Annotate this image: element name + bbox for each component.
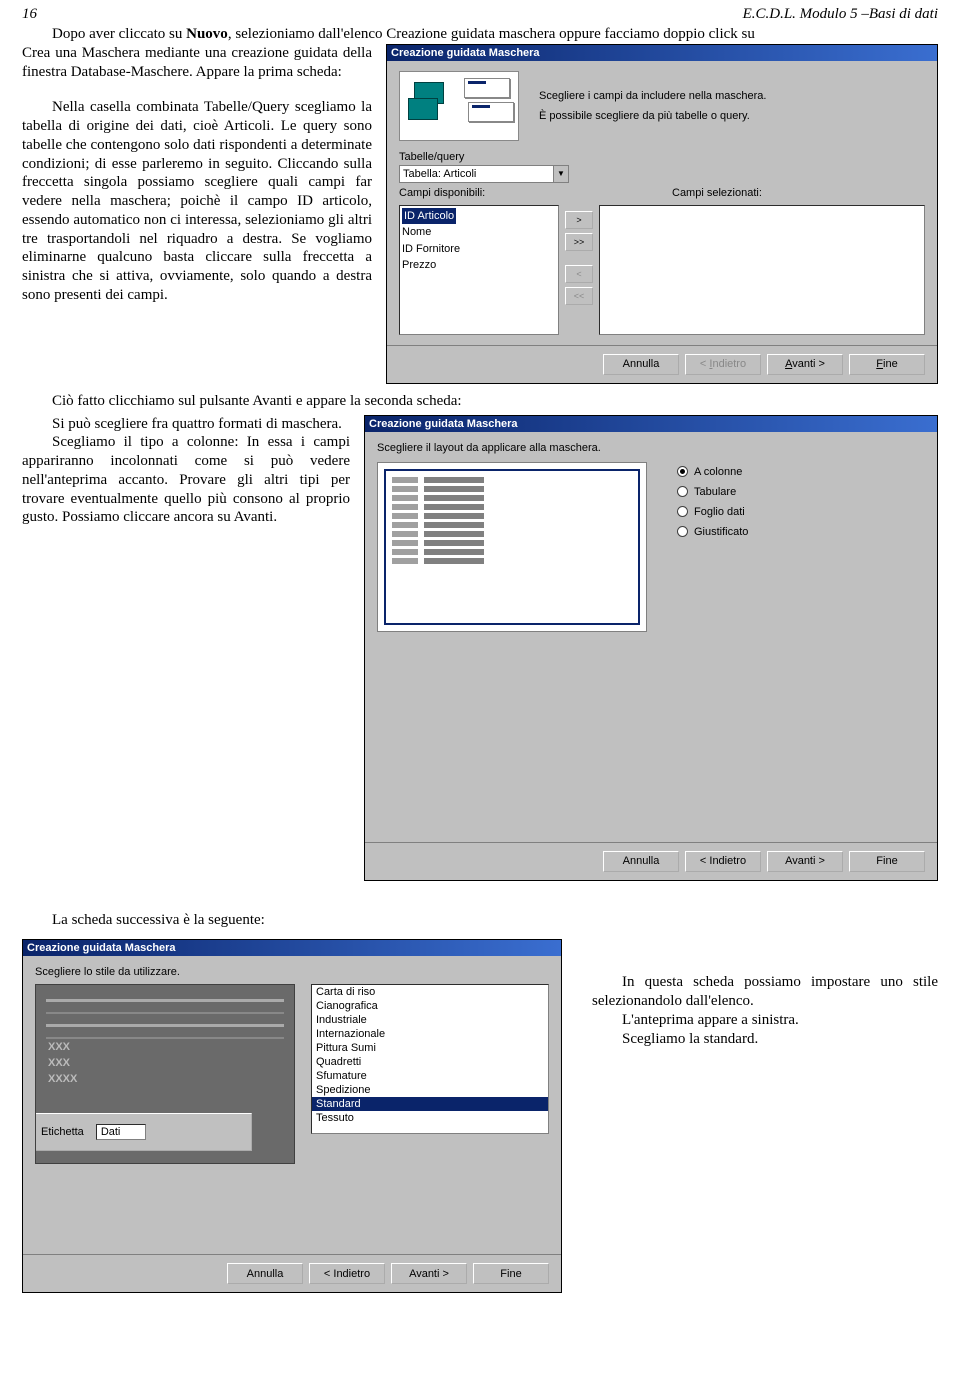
wizard-title: Creazione guidata Maschera — [387, 45, 937, 61]
list-item[interactable]: Cianografica — [312, 999, 548, 1013]
cancel-button[interactable]: Annulla — [603, 851, 679, 872]
list-item[interactable]: Pittura Sumi — [312, 1041, 548, 1055]
listbox-available[interactable]: ID Articolo Nome ID Fornitore Prezzo — [399, 205, 559, 335]
wizard-banner-icon — [399, 71, 519, 141]
style-listbox[interactable]: Carta di riso Cianografica Industriale I… — [311, 984, 549, 1134]
paragraph-intro: Dopo aver cliccato su Nuovo, selezioniam… — [22, 25, 938, 44]
back-button[interactable]: < Indietro — [685, 851, 761, 872]
dati-field: Dati — [96, 1124, 146, 1140]
paragraph-style-1: In questa scheda possiamo impostare uno … — [592, 973, 938, 1011]
paragraph-left-1: Crea una Maschera mediante una creazione… — [22, 44, 372, 82]
paragraph-style-2: L'anteprima appare a sinistra. — [592, 1011, 938, 1030]
list-item[interactable]: Tessuto — [312, 1111, 548, 1125]
list-item[interactable]: Carta di riso — [312, 985, 548, 999]
wizard-dialog-layout: Creazione guidata Maschera Scegliere il … — [364, 415, 938, 881]
list-item[interactable]: Quadretti — [312, 1055, 548, 1069]
wizard-prompt: Scegliere il layout da applicare alla ma… — [377, 442, 925, 454]
list-item[interactable]: Standard — [312, 1097, 548, 1111]
radio-columns[interactable]: A colonne — [677, 466, 925, 478]
list-item[interactable]: ID Fornitore — [402, 241, 556, 258]
list-item[interactable]: Prezzo — [402, 257, 556, 274]
label-available-fields: Campi disponibili: — [399, 187, 652, 199]
wizard-prompt-1: Scegliere i campi da includere nella mas… — [539, 90, 925, 102]
combo-tables-queries[interactable]: Tabella: Articoli ▼ — [399, 165, 569, 183]
move-left-button[interactable]: < — [565, 265, 593, 283]
cancel-button[interactable]: Annulla — [227, 1263, 303, 1284]
back-button[interactable]: < Indietro — [309, 1263, 385, 1284]
wizard-dialog-fields: Creazione guidata Maschera Scegliere i c… — [386, 44, 938, 384]
doc-title: E.C.D.L. Modulo 5 –Basi di dati — [743, 6, 938, 23]
list-item[interactable]: Nome — [402, 224, 556, 241]
move-all-right-button[interactable]: >> — [565, 233, 593, 251]
next-button[interactable]: Avanti > — [767, 354, 843, 375]
radio-icon — [677, 466, 688, 477]
paragraph-left-2: Nella casella combinata Tabelle/Query sc… — [22, 98, 372, 304]
label-selected-fields: Campi selezionati: — [672, 187, 925, 199]
paragraph-columns: Scegliamo il tipo a colonne: In essa i c… — [22, 433, 350, 527]
move-all-left-button[interactable]: << — [565, 287, 593, 305]
radio-icon — [677, 486, 688, 497]
page-number: 16 — [22, 6, 37, 23]
list-item[interactable]: ID Articolo — [402, 208, 456, 225]
move-right-button[interactable]: > — [565, 211, 593, 229]
etichetta-label: Etichetta — [41, 1126, 84, 1138]
list-item[interactable]: Spedizione — [312, 1083, 548, 1097]
paragraph-next-sheet: La scheda successiva è la seguente: — [22, 911, 938, 930]
wizard-title: Creazione guidata Maschera — [365, 416, 937, 432]
list-item[interactable]: Sfumature — [312, 1069, 548, 1083]
radio-tabular[interactable]: Tabulare — [677, 486, 925, 498]
wizard-prompt: Scegliere lo stile da utilizzare. — [35, 966, 549, 978]
style-preview: XXX XXX XXXX Etichetta Dati — [35, 984, 295, 1164]
radio-justified[interactable]: Giustificato — [677, 526, 925, 538]
list-item[interactable]: Industriale — [312, 1013, 548, 1027]
back-button[interactable]: < Indietro — [685, 354, 761, 375]
list-item[interactable]: Internazionale — [312, 1027, 548, 1041]
finish-button[interactable]: Fine — [849, 354, 925, 375]
listbox-selected[interactable] — [599, 205, 925, 335]
layout-preview — [377, 462, 647, 632]
wizard-title: Creazione guidata Maschera — [23, 940, 561, 956]
radio-icon — [677, 506, 688, 517]
radio-datasheet[interactable]: Foglio dati — [677, 506, 925, 518]
next-button[interactable]: Avanti > — [391, 1263, 467, 1284]
paragraph-style-3: Scegliamo la standard. — [592, 1030, 938, 1049]
chevron-down-icon[interactable]: ▼ — [553, 166, 568, 182]
wizard-dialog-style: Creazione guidata Maschera Scegliere lo … — [22, 939, 562, 1293]
paragraph-formats: Si può scegliere fra quattro formati di … — [22, 415, 350, 434]
label-tables-queries: Tabelle/query — [399, 151, 925, 163]
wizard-prompt-2: È possibile scegliere da più tabelle o q… — [539, 110, 925, 122]
radio-icon — [677, 526, 688, 537]
finish-button[interactable]: Fine — [473, 1263, 549, 1284]
cancel-button[interactable]: Annulla — [603, 354, 679, 375]
next-button[interactable]: Avanti > — [767, 851, 843, 872]
finish-button[interactable]: Fine — [849, 851, 925, 872]
paragraph-mid: Ciò fatto clicchiamo sul pulsante Avanti… — [22, 392, 938, 411]
